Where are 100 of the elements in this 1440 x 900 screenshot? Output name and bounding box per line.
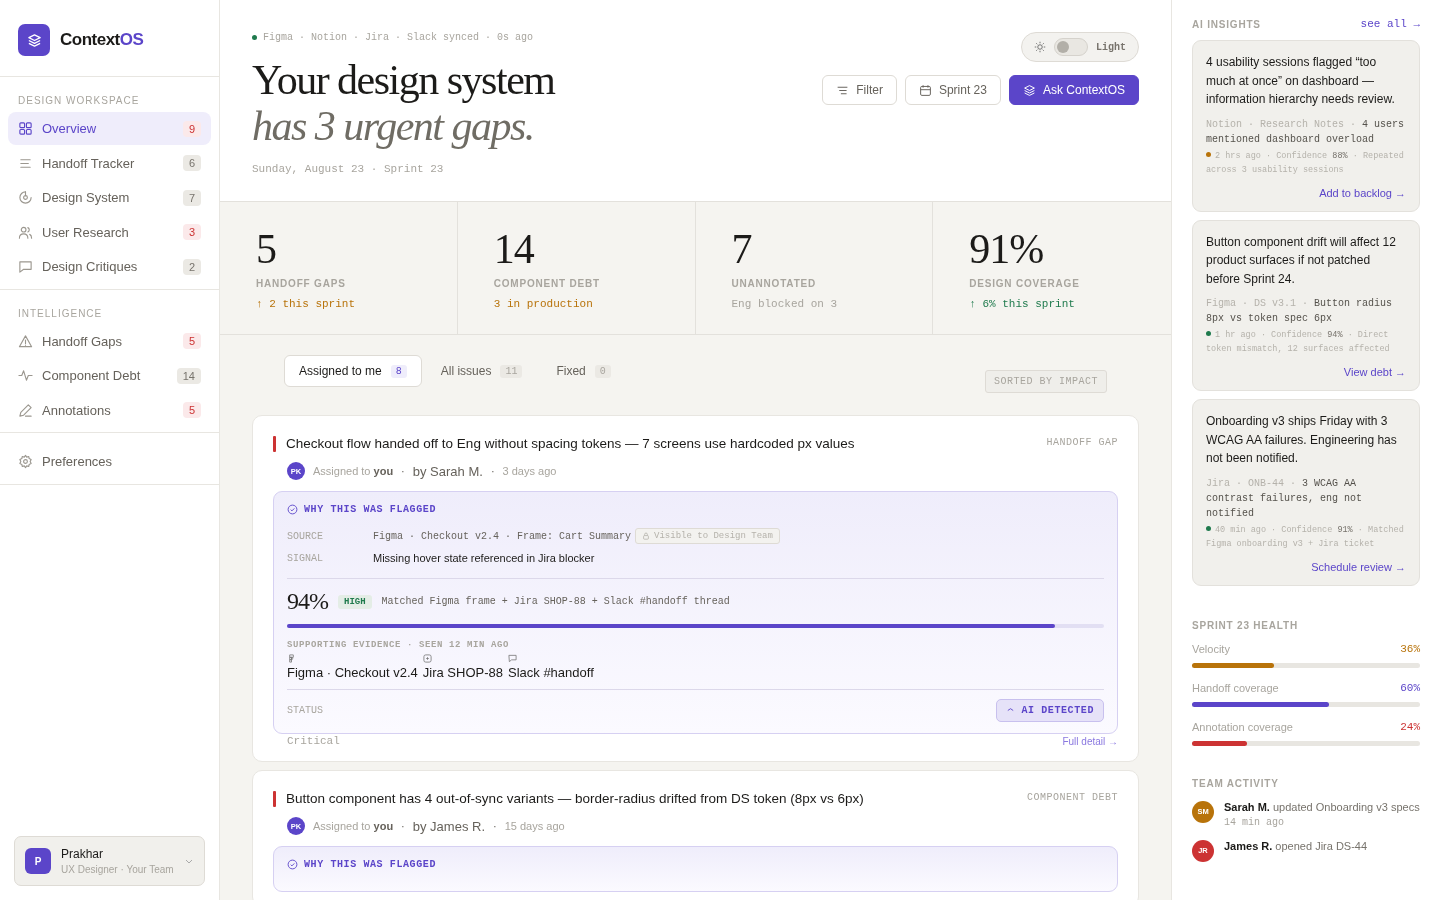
- sync-status: Figma · Notion · Jira · Slack synced · 0s ago: [263, 32, 534, 43]
- stat-label: HANDOFF GAPS: [256, 278, 347, 289]
- insight-action-link[interactable]: Add to backlog →: [1319, 186, 1406, 199]
- confidence-value: 94%: [287, 588, 328, 615]
- section-title: INTELLIGENCE: [17, 306, 104, 321]
- stat-label: DESIGN COVERAGE: [969, 278, 1081, 289]
- nav-item[interactable]: Handoff Tracker 6: [8, 146, 211, 180]
- issue-category: COMPONENT DEBT: [1027, 792, 1118, 803]
- full-detail-link[interactable]: Full detail →: [1062, 736, 1118, 747]
- count-badge: 2: [182, 258, 201, 275]
- assigned-text: Assigned to you: [313, 820, 394, 832]
- layers-logo-icon: [18, 24, 50, 56]
- metric-label: Annotation coverage: [1192, 720, 1293, 733]
- evidence-link[interactable]: Slack #handoff: [508, 665, 594, 680]
- field-label: SIGNAL: [287, 552, 324, 564]
- filter-button[interactable]: Filter: [822, 75, 897, 105]
- user-card[interactable]: P Prakhar UX Designer · Your Team: [14, 836, 205, 886]
- filter-tab[interactable]: Fixed 0: [541, 355, 626, 387]
- shape-icon: [287, 654, 296, 663]
- count-badge: 14: [176, 367, 201, 384]
- metric-label: Velocity: [1192, 642, 1230, 655]
- insight-text: Onboarding v3 ships Friday with 3 WCAG AA failures. Engineering has not been notified.: [1206, 413, 1398, 467]
- status-dot: [252, 35, 257, 40]
- issue-category: HANDOFF GAP: [1046, 437, 1118, 448]
- nav-label: Annotations: [42, 402, 112, 418]
- filter-tab[interactable]: All issues 11: [425, 355, 538, 387]
- author-text: by James R.: [412, 818, 486, 834]
- sprint-button[interactable]: Sprint 23: [904, 75, 1001, 105]
- filter-tab[interactable]: Assigned to me 8: [284, 355, 422, 387]
- ask-button[interactable]: Ask ContextOS: [1008, 75, 1139, 105]
- issue-title[interactable]: Button component has 4 out-of-sync variants — border-radius drifted from DS token (8px vs 6px): [286, 789, 1017, 808]
- nav-item[interactable]: Design Critiques 2: [8, 250, 211, 283]
- date-line: Sunday, August 23 · Sprint 23: [252, 163, 445, 175]
- nav-item[interactable]: Handoff Gaps 5: [8, 324, 211, 358]
- nav-label: Component Debt: [42, 368, 142, 383]
- nav-item[interactable]: Annotations 5: [8, 393, 211, 427]
- activity-text: Sarah M. updated Onboarding v3 specs: [1224, 800, 1420, 813]
- count-badge: 3: [182, 224, 201, 240]
- settings-icon: [18, 454, 33, 469]
- tab-count: 11: [500, 364, 523, 378]
- pen-icon: [18, 402, 33, 418]
- evidence-link[interactable]: Jira SHOP-88: [422, 665, 503, 680]
- severity-bar: [273, 791, 276, 807]
- calendar-icon: [918, 83, 932, 97]
- metric-value: 36%: [1400, 642, 1420, 655]
- insight-meta: 40 min ago · Confidence 91% · Matched Figma onboarding v3 + Jira ticket: [1206, 524, 1404, 549]
- insight-source: Jira · ONB-44 · 3 WCAG AA contrast failures, eng not notified: [1206, 476, 1364, 521]
- insight-action-link[interactable]: Schedule review →: [1311, 560, 1406, 573]
- field-label: SOURCE: [287, 530, 324, 542]
- check-circle-icon: [287, 504, 298, 515]
- severity-bar: [273, 436, 276, 452]
- section-title: SPRINT 23 HEALTH: [1192, 619, 1299, 631]
- nav-item[interactable]: User Research 3: [8, 215, 211, 249]
- issue-title[interactable]: Checkout flow handed off to Eng without spacing tokens — 7 screens use hardcoded px values: [286, 434, 1037, 453]
- match-text: Matched Figma frame + Jira SHOP-88 + Slack #handoff thread: [381, 596, 730, 607]
- confidence-tag: HIGH: [338, 594, 372, 609]
- nav-item[interactable]: Design System 7: [8, 181, 211, 214]
- author-text: by Sarah M.: [412, 463, 483, 479]
- section-title: TEAM ACTIVITY: [1192, 777, 1280, 789]
- nav-label: Design Critiques: [42, 259, 139, 274]
- stat-value: 14: [493, 225, 535, 274]
- stat-value: 7: [731, 225, 753, 274]
- see-all-link[interactable]: see all →: [1360, 18, 1420, 30]
- metric-value: 24%: [1400, 720, 1420, 733]
- page-subtitle: has 3 urgent gaps.: [252, 103, 535, 149]
- evidence-link[interactable]: Figma · Checkout v2.4: [287, 665, 418, 680]
- signal-text: Missing hover state referenced in Jira blocker: [373, 552, 595, 564]
- source-text: Figma · Checkout v2.4 · Frame: Cart Summary: [373, 530, 632, 542]
- chat-bubble-icon: [508, 654, 517, 663]
- count-badge: 6: [182, 155, 201, 171]
- nav-item[interactable]: Component Debt 14: [8, 359, 211, 392]
- sun-icon: [1034, 41, 1046, 53]
- ai-detected-badge: AI DETECTED: [996, 699, 1104, 722]
- flag-heading: WHY THIS WAS FLAGGED: [304, 504, 437, 515]
- flag-heading: WHY THIS WAS FLAGGED: [304, 859, 437, 870]
- separator-dot: ·: [490, 465, 495, 477]
- stat-label: COMPONENT DEBT: [493, 278, 601, 289]
- age-text: 15 days ago: [504, 820, 565, 832]
- brand-name: ContextOS: [60, 30, 144, 50]
- stat-note: ↑ 6% this sprint: [969, 298, 1076, 310]
- pulse-icon: [18, 368, 33, 383]
- metric-label: Handoff coverage: [1192, 681, 1279, 694]
- stat-value: 5: [256, 225, 277, 274]
- nav-item[interactable]: Preferences: [8, 445, 211, 478]
- page-title: Your design system: [252, 57, 555, 103]
- nav-label: Design System: [42, 190, 131, 205]
- age-text: 3 days ago: [502, 465, 557, 477]
- insight-text: Button component drift will affect 12 product surfaces if not patched before Sprint 24.: [1206, 233, 1397, 288]
- nav-item[interactable]: Overview 9: [8, 112, 211, 145]
- nav-label: Handoff Gaps: [42, 333, 123, 349]
- activity-time: 14 min ago: [1224, 816, 1285, 828]
- theme-label: Light: [1096, 41, 1126, 53]
- count-badge: 9: [182, 120, 201, 137]
- separator-dot: ·: [401, 820, 405, 832]
- count-badge: 7: [182, 189, 201, 206]
- theme-toggle[interactable]: Light: [1021, 32, 1139, 62]
- insight-meta: 1 hr ago · Confidence 94% · Direct token mismatch, 12 surfaces affected: [1206, 330, 1390, 354]
- severity-text: Critical: [287, 735, 340, 747]
- toggle-switch[interactable]: [1054, 38, 1088, 56]
- insight-action-link[interactable]: View debt →: [1343, 366, 1406, 378]
